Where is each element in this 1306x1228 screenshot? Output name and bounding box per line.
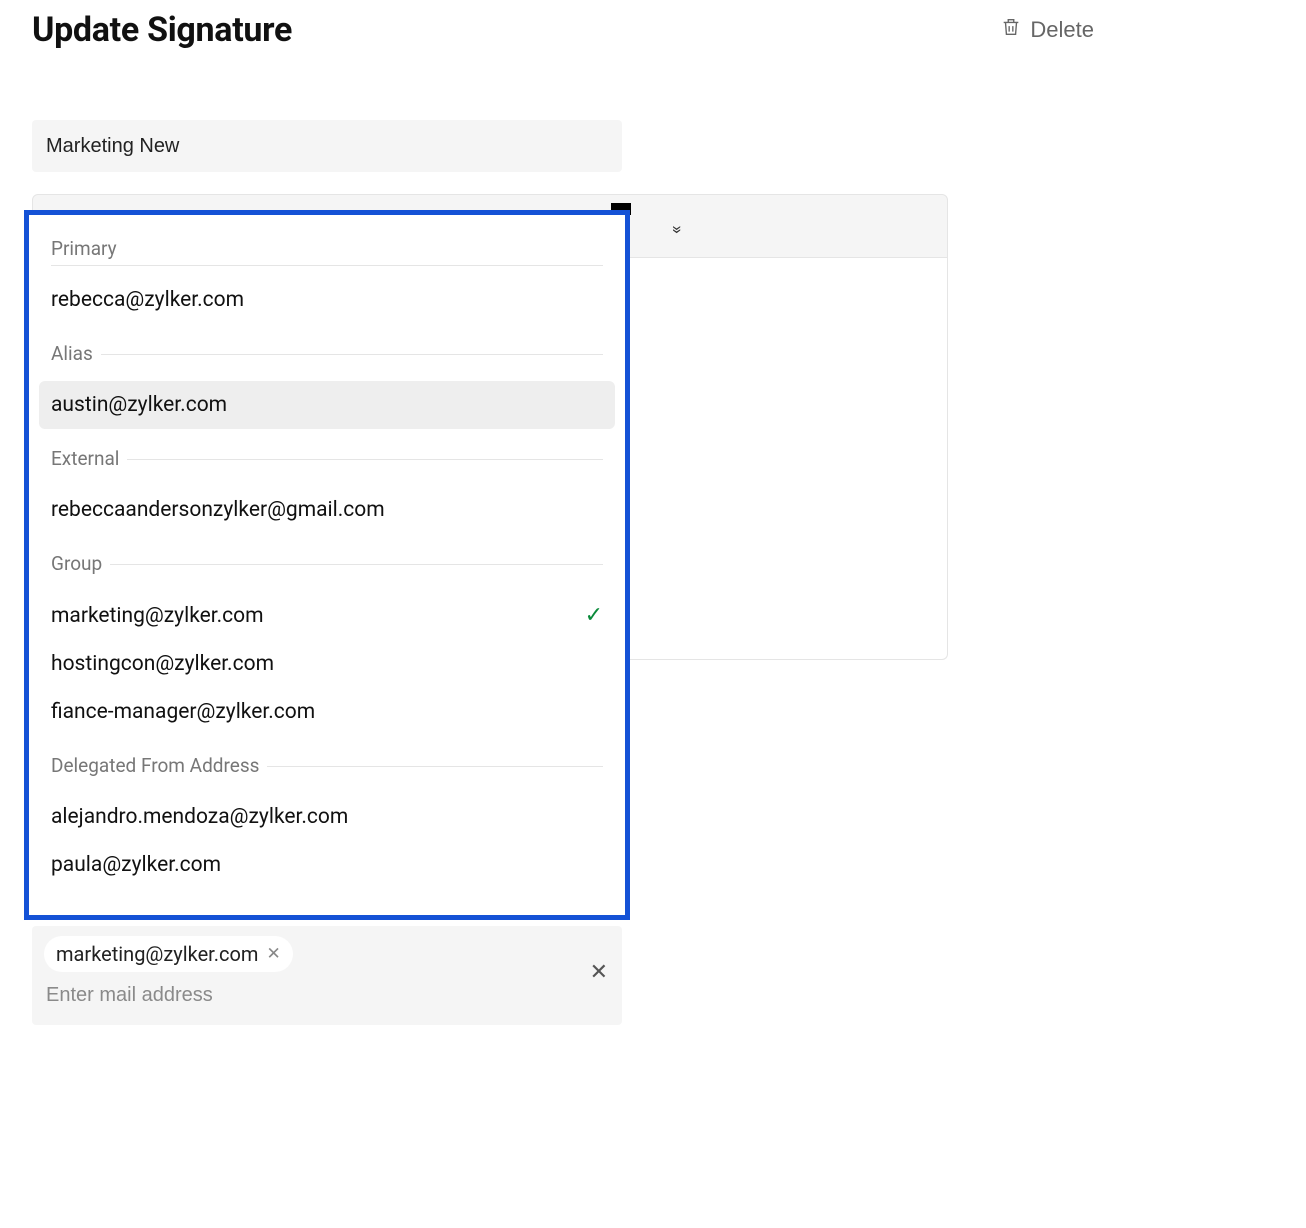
dropdown-group-label: Delegated From Address <box>51 754 267 777</box>
mail-address-input[interactable] <box>44 978 610 1013</box>
dropdown-item-label: hostingcon@zylker.com <box>51 652 274 676</box>
signature-name-input[interactable] <box>32 120 622 172</box>
dropdown-item-label: austin@zylker.com <box>51 393 227 417</box>
trash-icon <box>1000 16 1022 44</box>
delete-button[interactable]: Delete <box>1000 16 1274 44</box>
dropdown-item[interactable]: marketing@zylker.com ✓ <box>39 591 615 640</box>
email-dropdown: Primary rebecca@zylker.com Alias austin@zyl… <box>24 210 630 920</box>
delete-label: Delete <box>1030 17 1094 43</box>
chip-label: marketing@zylker.com <box>56 942 258 966</box>
dropdown-item[interactable]: hostingcon@zylker.com <box>39 640 615 688</box>
dropdown-item-label: marketing@zylker.com <box>51 604 264 628</box>
dropdown-item[interactable]: rebecca@zylker.com <box>39 276 615 324</box>
chip-remove-icon[interactable]: ✕ <box>266 944 280 964</box>
dropdown-group-label: External <box>51 447 127 470</box>
dropdown-item-label: paula@zylker.com <box>51 853 221 877</box>
dropdown-item[interactable]: paula@zylker.com <box>39 841 615 889</box>
close-icon[interactable]: ✕ <box>590 960 608 985</box>
dropdown-group-label: Primary <box>51 237 125 260</box>
dropdown-item[interactable]: austin@zylker.com <box>39 381 615 429</box>
dropdown-group-label: Group <box>51 552 110 575</box>
dropdown-item-label: rebecca@zylker.com <box>51 288 244 312</box>
associated-emails-field[interactable]: marketing@zylker.com ✕ ✕ <box>32 926 622 1025</box>
page-title: Update Signature <box>32 10 292 50</box>
check-icon: ✓ <box>585 603 603 628</box>
dropdown-item-label: alejandro.mendoza@zylker.com <box>51 805 348 829</box>
dropdown-group-label: Alias <box>51 342 101 365</box>
dropdown-item-label: rebeccaandersonzylker@gmail.com <box>51 498 385 522</box>
dropdown-item[interactable]: fiance-manager@zylker.com <box>39 688 615 736</box>
dropdown-item[interactable]: alejandro.mendoza@zylker.com <box>39 793 615 841</box>
dropdown-item[interactable]: rebeccaandersonzylker@gmail.com <box>39 486 615 534</box>
dropdown-item-label: fiance-manager@zylker.com <box>51 700 315 724</box>
email-chip[interactable]: marketing@zylker.com ✕ <box>44 936 293 972</box>
toolbar-expand-icon[interactable]: » <box>667 225 688 233</box>
